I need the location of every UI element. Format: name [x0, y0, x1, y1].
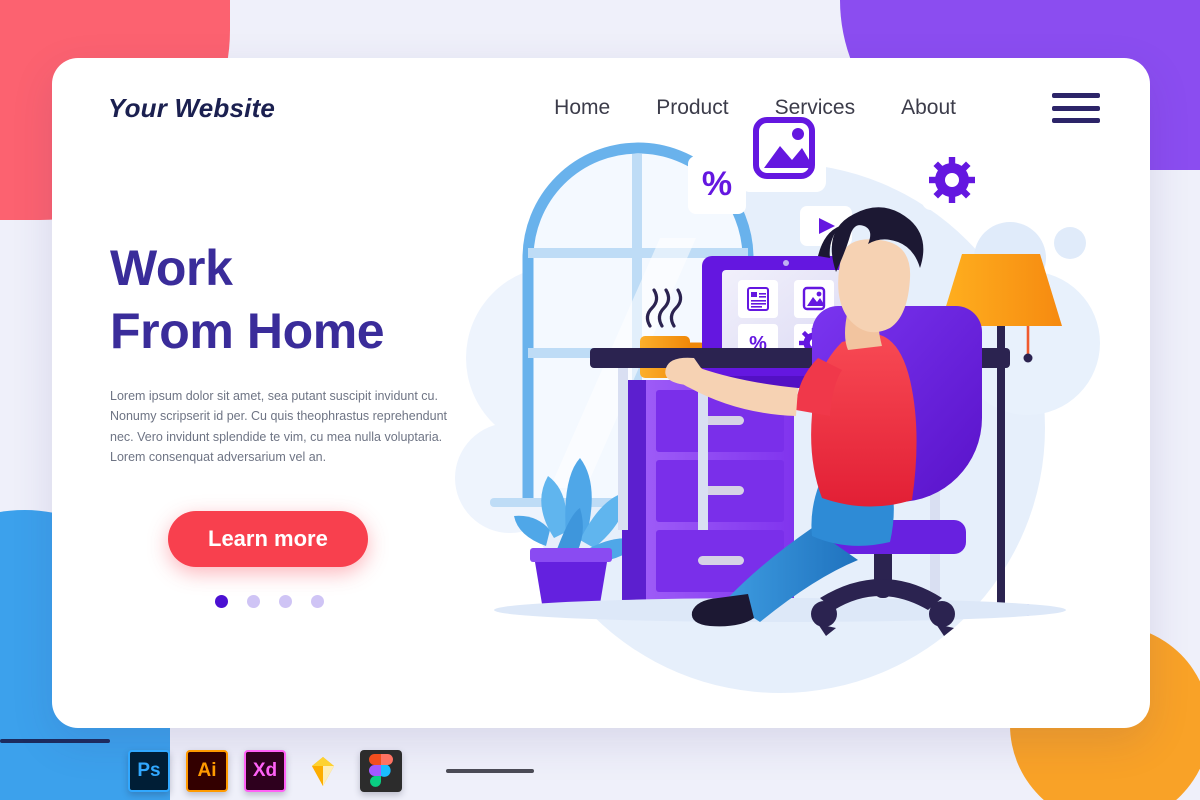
hamburger-menu-icon[interactable]	[1052, 93, 1100, 123]
site-logo[interactable]: Your Website	[108, 93, 275, 124]
app-badges: Ps Ai Xd	[128, 750, 534, 792]
carousel-dot-4[interactable]	[311, 595, 324, 608]
landing-card: Your Website Home Product Services About	[52, 58, 1150, 728]
page-title-line-2: From Home	[110, 303, 385, 359]
main-nav: Home Product Services About	[554, 93, 1100, 123]
hamburger-bar	[1052, 118, 1100, 123]
work-from-home-illustration: % %	[450, 58, 1150, 728]
photoshop-icon[interactable]: Ps	[128, 750, 170, 792]
sketch-icon[interactable]	[302, 750, 344, 792]
page-title-line-1: Work	[110, 240, 233, 296]
percent-glyph: %	[702, 165, 732, 203]
carousel-dot-1[interactable]	[215, 595, 228, 608]
decor-line-left	[0, 739, 110, 743]
hamburger-bar	[1052, 93, 1100, 98]
footer-divider	[446, 769, 534, 773]
floating-card-percent: %	[688, 156, 746, 214]
hero-description: Lorem ipsum dolor sit amet, sea putant s…	[110, 389, 447, 464]
head	[838, 239, 911, 333]
nav-item-services[interactable]: Services	[775, 96, 856, 120]
nav-item-product[interactable]: Product	[656, 96, 728, 120]
carousel-dot-2[interactable]	[247, 595, 260, 608]
site-header: Your Website Home Product Services About	[52, 58, 1150, 158]
carousel-dots	[215, 595, 510, 608]
hamburger-bar	[1052, 105, 1100, 111]
figma-icon[interactable]	[360, 750, 402, 792]
illustrator-icon[interactable]: Ai	[186, 750, 228, 792]
page-root: Your Website Home Product Services About	[0, 0, 1200, 800]
carousel-dot-3[interactable]	[279, 595, 292, 608]
hero-content: Work From Home Lorem ipsum dolor sit ame…	[110, 238, 510, 608]
nav-item-home[interactable]: Home	[554, 96, 610, 120]
learn-more-button[interactable]: Learn more	[168, 511, 368, 567]
xd-icon[interactable]: Xd	[244, 750, 286, 792]
nav-item-about[interactable]: About	[901, 96, 956, 120]
floating-card-gear	[922, 150, 982, 210]
